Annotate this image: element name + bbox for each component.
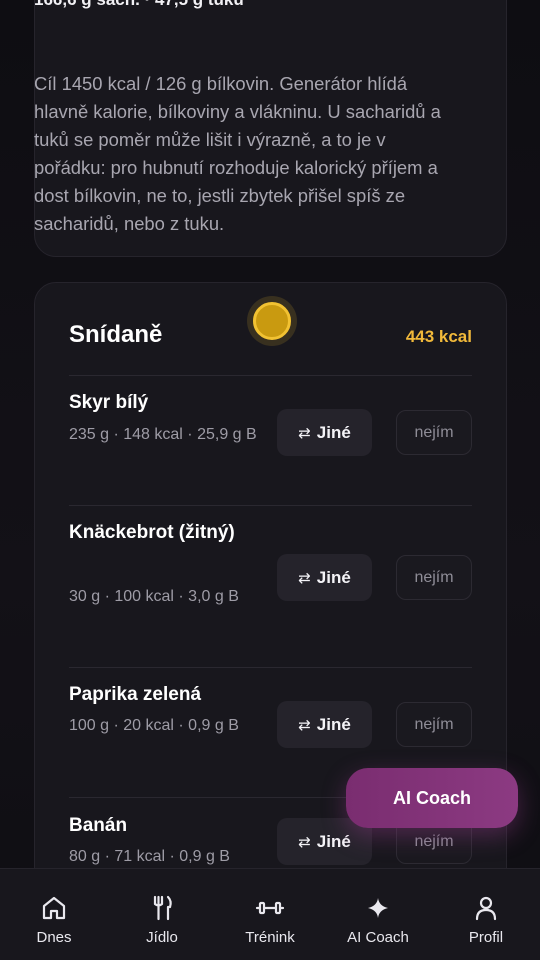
swap-food-button[interactable]: ⇄ Jiné <box>277 701 372 748</box>
food-meta: 235 g · 148 kcal · 25,9 g B <box>69 426 257 443</box>
nav-label: Jídlo <box>146 929 178 946</box>
swap-food-button[interactable]: ⇄ Jiné <box>277 554 372 601</box>
user-icon <box>472 893 500 923</box>
nav-item-trenink[interactable]: Trénink <box>216 869 324 960</box>
divider <box>69 505 472 506</box>
nav-item-jidlo[interactable]: Jídlo <box>108 869 216 960</box>
screen: 166,6 g sach. · 47,5 g tuku Cíl 1450 kca… <box>0 0 540 960</box>
nav-label: Dnes <box>36 929 72 946</box>
nav-label: AI Coach <box>347 929 409 946</box>
food-meta: 80 g · 71 kcal · 0,9 g B <box>69 848 230 865</box>
touch-indicator <box>253 302 291 340</box>
nav-label: Profil <box>468 929 504 946</box>
swap-label: Jiné <box>316 831 351 851</box>
nav-label: Trénink <box>245 929 295 946</box>
food-meta: 30 g · 100 kcal · 3,0 g B <box>69 588 239 605</box>
food-meta: 100 g · 20 kcal · 0,9 g B <box>69 717 239 734</box>
macro-summary-line: 166,6 g sach. · 47,5 g tuku <box>34 0 244 10</box>
swap-food-button[interactable]: ⇄ Jiné <box>277 409 372 456</box>
food-name: Skyr bílý <box>69 392 149 413</box>
skip-food-button[interactable]: nejím <box>396 702 472 747</box>
dumbbell-icon <box>255 893 285 923</box>
divider <box>69 375 472 376</box>
ai-coach-fab[interactable]: AI Coach <box>346 768 518 828</box>
sparkle-icon <box>366 893 390 923</box>
home-icon <box>40 893 68 923</box>
swap-icon: ⇄ <box>298 569 311 587</box>
nav-item-dnes[interactable]: Dnes <box>0 869 108 960</box>
swap-label: Jiné <box>316 567 351 587</box>
swap-icon: ⇄ <box>298 833 311 851</box>
swap-label: Jiné <box>316 422 351 442</box>
bottom-nav: Dnes Jídlo Trénink AI Coach Profil <box>0 868 540 960</box>
nav-item-ai-coach[interactable]: AI Coach <box>324 869 432 960</box>
divider <box>69 667 472 668</box>
goal-description: Cíl 1450 kcal / 126 g bílkovin. Generáto… <box>34 73 441 234</box>
meal-title: Snídaně <box>69 321 163 348</box>
meal-kcal-total: 443 kcal <box>405 327 472 346</box>
food-name: Banán <box>69 815 128 836</box>
food-name: Knäckebrot (žitný) <box>69 522 235 543</box>
food-name: Paprika zelená <box>69 684 202 705</box>
swap-icon: ⇄ <box>298 424 311 442</box>
skip-food-button[interactable]: nejím <box>396 555 472 600</box>
swap-label: Jiné <box>316 714 351 734</box>
skip-food-button[interactable]: nejím <box>396 410 472 455</box>
fork-knife-icon <box>148 893 176 923</box>
nav-item-profil[interactable]: Profil <box>432 869 540 960</box>
swap-icon: ⇄ <box>298 716 311 734</box>
